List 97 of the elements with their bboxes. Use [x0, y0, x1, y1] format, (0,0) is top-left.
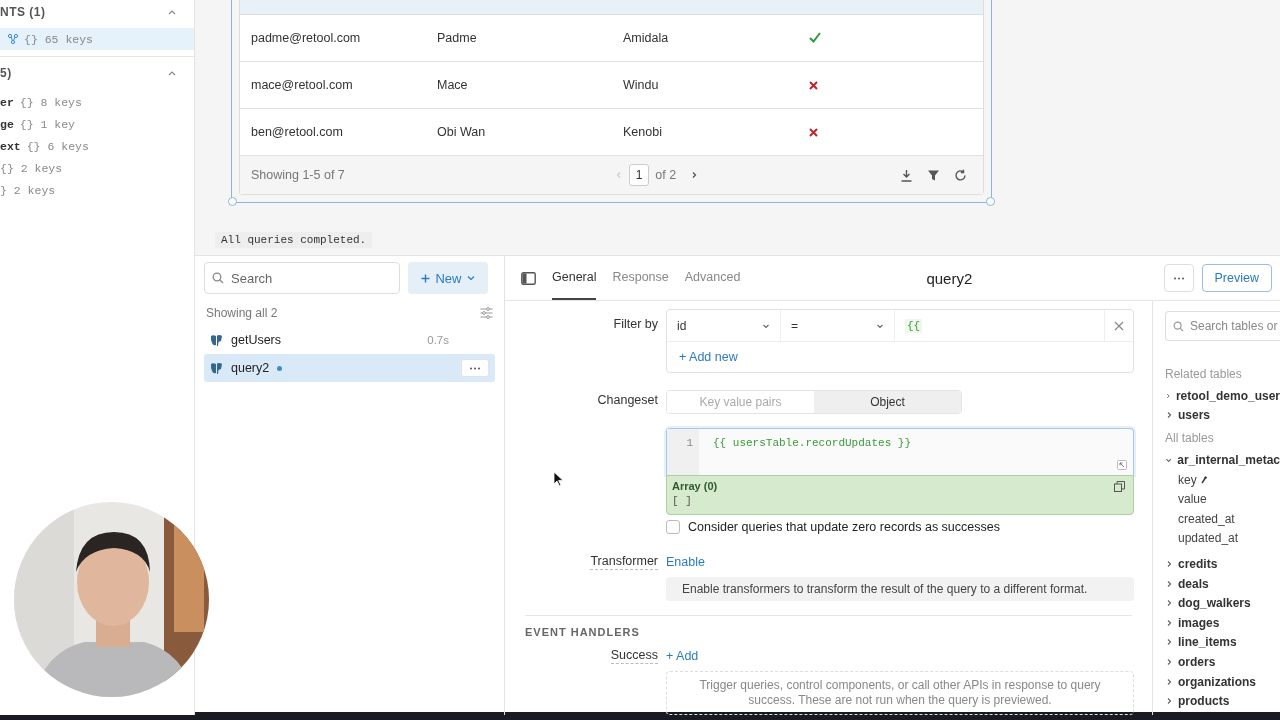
transformer-hint: Enable transformers to transform the result of the query to a different format.	[666, 577, 1134, 601]
table-cell-text: Mace	[437, 78, 469, 92]
table-item[interactable]: retool_demo_user	[1165, 386, 1280, 406]
search-icon	[1173, 321, 1184, 332]
page-count: of 2	[655, 168, 677, 182]
table-item[interactable]: credits	[1165, 554, 1280, 574]
new-button[interactable]: New	[408, 262, 488, 294]
chevron-right-icon[interactable]	[1165, 697, 1173, 706]
table-item[interactable]: ar_internal_metac	[1165, 450, 1280, 470]
pagination-summary: Showing 1-5 of 7	[251, 168, 345, 182]
table-item[interactable]: deals	[1165, 573, 1280, 594]
chevron-right-icon[interactable]	[1165, 411, 1173, 420]
section-title: 5)	[0, 66, 12, 80]
checkbox[interactable]	[666, 520, 680, 534]
column-item[interactable]: updated_at	[1165, 528, 1280, 549]
database-icon	[210, 361, 223, 375]
sliders-icon[interactable]	[480, 307, 493, 319]
download-icon[interactable]	[900, 168, 913, 182]
query-title: query2	[926, 269, 973, 287]
table-item[interactable]: images	[1165, 612, 1280, 633]
enable-link[interactable]: Enable	[666, 555, 705, 569]
chevron-right-icon[interactable]	[1165, 599, 1173, 608]
field-label: Filter by	[613, 317, 658, 331]
copy-icon[interactable]	[1114, 481, 1125, 492]
page-field[interactable]: 1	[628, 164, 650, 186]
table-item[interactable]: orders	[1165, 652, 1280, 672]
table-cell-text: Windu	[623, 78, 660, 92]
column-select[interactable]: id	[667, 310, 781, 341]
chevron-right-icon[interactable]	[1165, 579, 1173, 588]
operator-select[interactable]: =	[781, 310, 895, 341]
search-field[interactable]: Search tables or	[1165, 311, 1280, 341]
field-label: Transformer	[590, 554, 658, 570]
table-cell-text: ben@retool.com	[251, 125, 344, 139]
section-heading: EVENT HANDLERS	[525, 626, 640, 638]
search-field[interactable]: Search	[204, 262, 400, 294]
table-item[interactable]: line_items	[1165, 632, 1280, 653]
chevron-right-icon[interactable]	[1165, 638, 1173, 647]
state-item[interactable]: {} 2 keys	[0, 157, 194, 179]
chevron-right-icon[interactable]	[1165, 559, 1173, 568]
chevron-right-icon[interactable]	[1165, 677, 1173, 686]
add-link[interactable]: + Add	[666, 649, 699, 663]
search-icon	[212, 272, 224, 284]
more-icon	[469, 366, 481, 370]
table-cell-text: mace@retool.com	[251, 78, 354, 92]
expand-icon[interactable]	[1117, 460, 1127, 470]
tab[interactable]: Advanced	[684, 256, 741, 300]
section-title: All tables	[1165, 431, 1214, 446]
query-count: Showing all 2	[206, 306, 278, 320]
column-item[interactable]: value	[1165, 489, 1280, 509]
section-title: NTS (1)	[0, 5, 46, 19]
state-item[interactable]: ext {} 6 keys	[0, 135, 194, 157]
chevron-up-icon[interactable]	[168, 9, 176, 15]
preview-button[interactable]: Preview	[1201, 264, 1272, 292]
table-cell-text: padme@retool.com	[251, 31, 362, 45]
state-item[interactable]: er {} 8 keys	[0, 91, 194, 113]
add-new-link[interactable]: + Add new	[667, 342, 750, 372]
table-item[interactable]: users	[1165, 405, 1280, 426]
tab[interactable]: General	[552, 256, 597, 300]
query-item[interactable]: query2	[204, 354, 495, 382]
chevron-down-icon	[466, 275, 475, 281]
table-cell-text: Amidala	[623, 31, 670, 45]
chevron-up-icon[interactable]	[168, 70, 176, 76]
cursor-icon	[553, 471, 564, 487]
chevron-right-icon[interactable]	[1165, 618, 1173, 627]
column-item[interactable]: key	[1165, 469, 1280, 490]
plus-icon	[421, 273, 431, 283]
resize-handle[interactable]	[228, 197, 237, 206]
table-cell-text: Padme	[437, 31, 478, 45]
field-label: Success	[610, 648, 658, 664]
field-label: Changeset	[597, 393, 658, 407]
more-icon	[1172, 276, 1185, 280]
nodes-icon	[8, 34, 18, 44]
table-item[interactable]: dog_walkers	[1165, 593, 1280, 613]
refresh-icon[interactable]	[954, 168, 967, 182]
database-icon	[210, 333, 223, 347]
tab[interactable]: Response	[612, 256, 669, 300]
section-title: Related tables	[1165, 367, 1242, 381]
chevron-right-icon[interactable]	[1165, 391, 1171, 400]
table-item[interactable]: organizations	[1165, 671, 1280, 692]
state-item[interactable]: ge {} 1 key	[0, 113, 194, 135]
resize-handle[interactable]	[986, 197, 995, 206]
segment-option[interactable]: Object	[814, 391, 961, 413]
checkbox-label: Consider queries that update zero records as successes	[688, 520, 1000, 534]
state-item[interactable]: } 2 keys	[0, 179, 194, 201]
table-item[interactable]: products	[1165, 691, 1280, 711]
sidebar-icon[interactable]	[521, 271, 536, 285]
code-editor[interactable]: 1 {{ usersTable.recordUpdates }}	[666, 428, 1134, 475]
column-item[interactable]: created_at	[1165, 508, 1280, 529]
chevron-down-icon[interactable]	[1165, 456, 1173, 464]
chevron-right-icon[interactable]	[690, 171, 699, 179]
table-cell-text: Kenobi	[623, 125, 663, 139]
table-cell-text: Obi Wan	[437, 125, 487, 139]
query-item[interactable]: getUsers 0.7s	[204, 326, 495, 354]
status-message: All queries completed.	[215, 232, 373, 248]
chevron-right-icon[interactable]	[1165, 657, 1173, 666]
result-preview: Array (0) [ ]	[666, 475, 1134, 515]
filter-icon[interactable]	[927, 168, 940, 182]
